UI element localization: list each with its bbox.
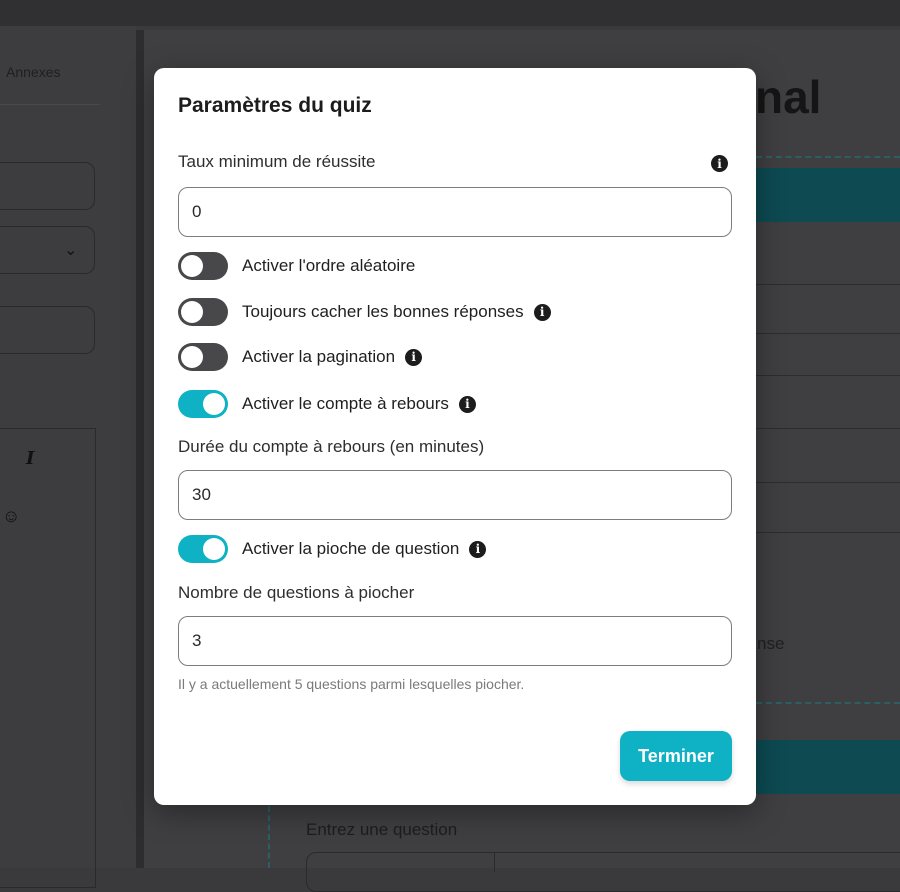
toggle-row-countdown: Activer le compte à rebours i [178, 390, 476, 418]
toggle-row-hide-answers: Toujours cacher les bonnes réponses i [178, 298, 551, 326]
random-order-toggle[interactable] [178, 252, 228, 280]
quiz-settings-modal: Paramètres du quiz Taux minimum de réuss… [154, 68, 756, 805]
modal-title: Paramètres du quiz [178, 94, 372, 117]
background-line [756, 482, 900, 483]
questions-count-input[interactable] [178, 616, 732, 666]
background-text: nse [757, 634, 785, 653]
background-line [756, 333, 900, 334]
background-field [0, 306, 95, 354]
question-prompt: Entrez une question [306, 820, 458, 839]
toggle-row-pagination: Activer la pagination i [178, 343, 423, 371]
tab-annexes[interactable]: Annexes [6, 64, 60, 80]
background-line [756, 428, 900, 429]
chevron-down-icon: ⌄ [64, 242, 78, 259]
dashed-border [268, 806, 270, 868]
questions-count-label: Nombre de questions à piocher [178, 583, 415, 602]
background-editor [0, 428, 96, 888]
info-circle-icon[interactable]: i [711, 155, 728, 172]
info-circle-icon[interactable]: i [458, 395, 476, 413]
toggle-knob [181, 255, 203, 277]
background-line [756, 284, 900, 285]
info-circle-icon[interactable]: i [533, 303, 551, 321]
toggle-knob [181, 301, 203, 323]
background-line [756, 375, 900, 376]
background-heading: nal [755, 71, 822, 123]
background-teal-bar [756, 740, 900, 794]
min-rate-input[interactable] [178, 187, 732, 237]
toggle-row-question-draw: Activer la pioche de question i [178, 535, 487, 563]
background-select [0, 226, 95, 274]
questions-help-text: Il y a actuellement 5 questions parmi le… [178, 676, 525, 692]
smiley-icon: ☺ [2, 506, 21, 526]
background-teal-bar [756, 168, 900, 222]
min-rate-label: Taux minimum de réussite [178, 152, 376, 171]
toggle-knob [203, 393, 225, 415]
random-order-label: Activer l'ordre aléatoire [242, 256, 416, 275]
hide-answers-toggle[interactable] [178, 298, 228, 326]
info-circle-icon[interactable]: i [469, 540, 487, 558]
top-bar [0, 0, 900, 26]
background-question-input [306, 852, 900, 892]
toggle-row-random-order: Activer l'ordre aléatoire [178, 252, 415, 280]
hide-answers-label: Toujours cacher les bonnes réponses [242, 302, 524, 321]
dashed-border [756, 156, 900, 158]
question-draw-toggle[interactable] [178, 535, 228, 563]
countdown-toggle[interactable] [178, 390, 228, 418]
panel-divider [136, 30, 144, 868]
toggle-knob [181, 346, 203, 368]
pagination-label: Activer la pagination [242, 347, 396, 366]
italic-icon: I [26, 448, 35, 469]
toggle-knob [203, 538, 225, 560]
background-input-separator [494, 852, 495, 872]
countdown-duration-input[interactable] [178, 470, 732, 520]
finish-button[interactable]: Terminer [620, 731, 732, 781]
tab-underline [0, 104, 100, 105]
background-line [756, 532, 900, 533]
info-circle-icon[interactable]: i [405, 348, 423, 366]
background-field [0, 162, 95, 210]
question-draw-label: Activer la pioche de question [242, 539, 460, 558]
countdown-duration-label: Durée du compte à rebours (en minutes) [178, 437, 485, 456]
pagination-toggle[interactable] [178, 343, 228, 371]
countdown-label: Activer le compte à rebours [242, 394, 449, 413]
dashed-border [756, 702, 900, 704]
